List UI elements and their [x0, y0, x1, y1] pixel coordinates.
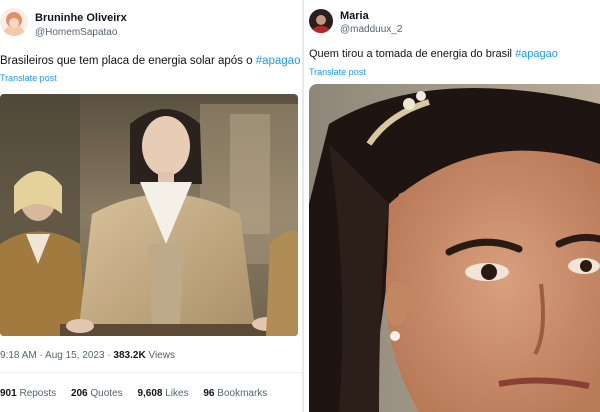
- quotes-stat[interactable]: 206 Quotes: [71, 388, 123, 399]
- tweet-text-body: Quem tirou a tomada de energia do brasil: [309, 48, 516, 60]
- bookmarks-stat[interactable]: 96 Bookmarks: [203, 388, 267, 399]
- views-label: Views: [145, 350, 175, 361]
- likes-count: 9,608: [137, 388, 163, 399]
- hashtag-link[interactable]: #apagao: [256, 55, 301, 67]
- period-costume-scene-image: [0, 94, 298, 336]
- tweet-timestamp[interactable]: 9:18 AM · Aug 15, 2023 · 383.2K Views: [0, 350, 175, 361]
- engagement-stats: 901 Reposts 206 Quotes 9,608 Likes 96 Bo…: [0, 388, 279, 399]
- quotes-label: Quotes: [87, 388, 123, 399]
- tweet-image[interactable]: [309, 84, 600, 412]
- hashtag-link[interactable]: #apagao: [515, 48, 558, 60]
- reposts-stat[interactable]: 901 Reposts: [0, 388, 56, 399]
- tweet-text: Quem tirou a tomada de energia do brasil…: [309, 48, 558, 60]
- bookmarks-count: 96: [203, 388, 215, 399]
- likes-stat[interactable]: 9,608 Likes: [137, 388, 188, 399]
- tweet-image[interactable]: [0, 94, 298, 336]
- author-name[interactable]: Maria: [340, 10, 369, 22]
- translate-post-link[interactable]: Translate post: [0, 73, 57, 83]
- tweet-text-body: Brasileiros que tem placa de energia sol…: [0, 55, 256, 67]
- author-handle[interactable]: @madduux_2: [340, 24, 402, 35]
- reposts-count: 901: [0, 388, 17, 399]
- author-name[interactable]: Bruninhe Oliveirx: [35, 12, 127, 24]
- author-handle[interactable]: @HomemSapatao: [35, 27, 117, 38]
- translate-post-link[interactable]: Translate post: [309, 67, 366, 77]
- author-avatar[interactable]: [309, 9, 333, 33]
- views-count: 383.2K: [113, 350, 146, 361]
- likes-label: Likes: [162, 388, 189, 399]
- author-avatar[interactable]: [0, 8, 28, 36]
- divider-line: [0, 372, 302, 373]
- left-tweet: Bruninhe Oliveirx @HomemSapatao Brasilei…: [0, 0, 302, 412]
- reposts-label: Reposts: [16, 388, 57, 399]
- woman-face-closeup-image: [309, 84, 600, 412]
- tweet-text: Brasileiros que tem placa de energia sol…: [0, 55, 300, 67]
- quotes-count: 206: [70, 388, 88, 399]
- bookmarks-label: Bookmarks: [214, 388, 268, 399]
- right-tweet: Maria @madduux_2 Quem tirou a tomada de …: [304, 0, 600, 412]
- timestamp-text: 9:18 AM · Aug 15, 2023 ·: [0, 350, 114, 361]
